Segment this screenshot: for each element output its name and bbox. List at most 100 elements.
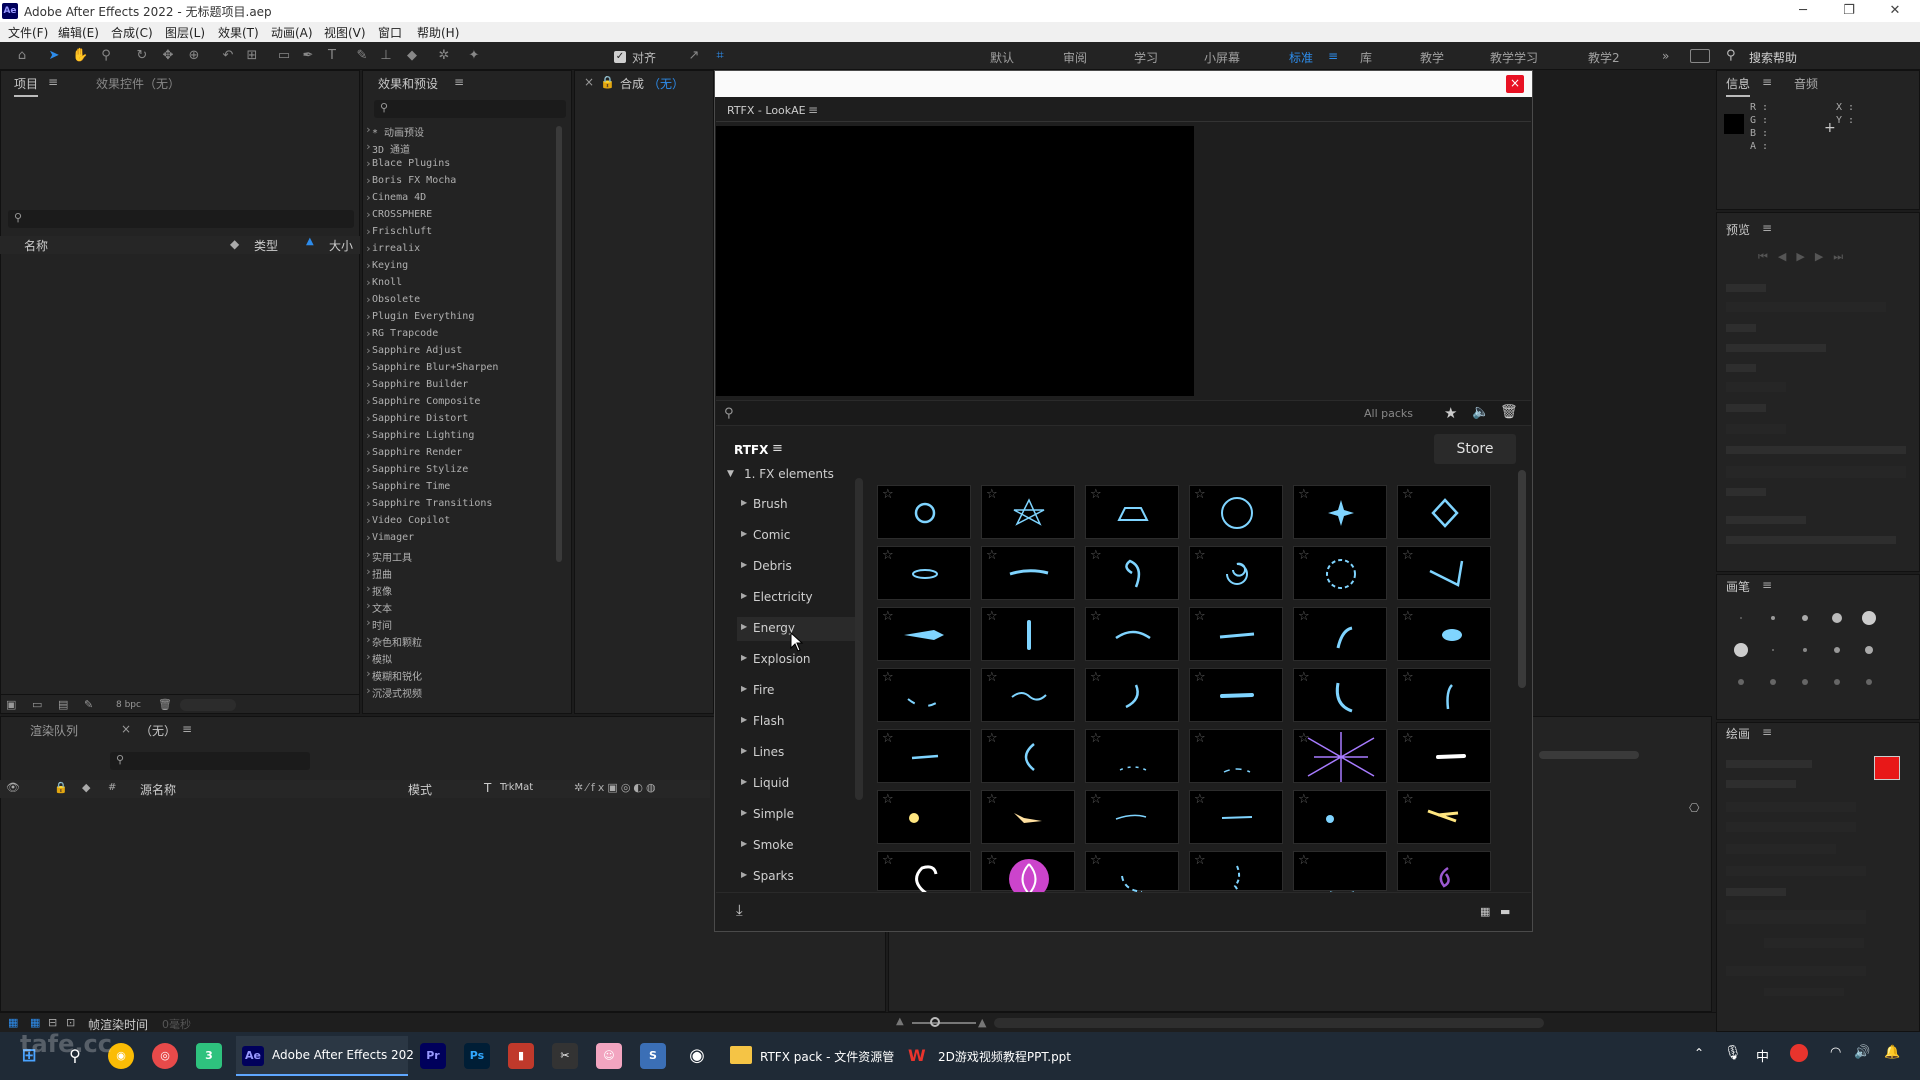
favorite-star-icon[interactable]: ☆	[1298, 670, 1310, 685]
fx-thumbnail[interactable]: ☆	[1293, 790, 1387, 844]
timeline-search-input[interactable]: ⚲	[110, 752, 310, 770]
dialog-tab-menu-icon[interactable]: ≡	[808, 103, 818, 117]
effects-category-item[interactable]: Vimager	[365, 531, 414, 544]
effects-scrollbar[interactable]	[556, 126, 562, 562]
favorite-star-icon[interactable]: ☆	[882, 609, 894, 624]
column-type[interactable]: 类型	[254, 237, 278, 254]
app-tray-icon[interactable]	[1790, 1044, 1808, 1062]
fx-thumbnail[interactable]: ☆	[1293, 546, 1387, 600]
column-t[interactable]: T	[484, 781, 491, 795]
fx-thumbnail[interactable]: ☆	[981, 485, 1075, 539]
fx-thumbnail[interactable]: ☆	[877, 790, 971, 844]
close-timeline-tab-icon[interactable]: ×	[121, 722, 131, 736]
zoom-slider-handle[interactable]	[930, 1017, 940, 1027]
fx-thumbnail[interactable]: ☆	[1397, 729, 1491, 783]
paint-menu-icon[interactable]: ≡	[1762, 725, 1772, 739]
fx-thumbnail[interactable]: ☆	[1189, 607, 1283, 661]
brushes-menu-icon[interactable]: ≡	[1762, 578, 1772, 592]
paint-foreground-color[interactable]	[1874, 756, 1900, 780]
favorite-star-icon[interactable]: ☆	[1402, 731, 1414, 746]
playback-controls[interactable]: ⏮◀▶▶⏭	[1758, 250, 1853, 264]
tab-timeline-comp[interactable]: （无）	[140, 722, 176, 739]
effects-category-item[interactable]: Video Copilot	[365, 514, 450, 527]
fx-thumbnail[interactable]: ☆	[1085, 546, 1179, 600]
category-root-fx-elements[interactable]: 1. FX elements	[744, 467, 834, 481]
selection-tool-icon[interactable]: ➤	[46, 48, 62, 64]
favorite-star-icon[interactable]: ☆	[1402, 853, 1414, 868]
align-checkbox[interactable]: ✓	[614, 51, 626, 63]
effects-category-item[interactable]: 实用工具	[365, 548, 412, 564]
effects-category-item[interactable]: Sapphire Render	[365, 446, 462, 459]
effects-category-item[interactable]: 3D 通道	[365, 140, 410, 156]
dialog-tab-title[interactable]: RTFX - LookAE	[727, 104, 806, 117]
category-debris[interactable]: Debris	[741, 559, 792, 573]
favorite-star-icon[interactable]: ☆	[1090, 670, 1102, 685]
more-workspaces-icon[interactable]: »	[1662, 49, 1669, 63]
trash-icon[interactable]: 🗑	[1500, 404, 1518, 420]
fx-thumbnail[interactable]: ☆	[1397, 607, 1491, 661]
favorite-star-icon[interactable]: ☆	[1298, 609, 1310, 624]
undo-icon[interactable]: ↶	[220, 48, 236, 64]
menu-help[interactable]: 帮助(H)	[417, 24, 459, 41]
project-search-input[interactable]: ⚲	[8, 210, 354, 228]
fx-thumbnail[interactable]: ☆	[1085, 668, 1179, 722]
work-area-bar[interactable]	[1539, 751, 1639, 759]
favorite-star-icon[interactable]: ☆	[1090, 853, 1102, 868]
favorite-star-icon[interactable]: ☆	[986, 670, 998, 685]
favorite-star-icon[interactable]: ☆	[1194, 792, 1206, 807]
maximize-icon[interactable]: ❐	[1826, 0, 1872, 22]
menu-composition[interactable]: 合成(C)	[111, 24, 153, 41]
close-window-icon[interactable]: ✕	[1872, 0, 1918, 22]
fx-thumbnail[interactable]: ☆	[1189, 546, 1283, 600]
favorite-star-icon[interactable]: ☆	[986, 548, 998, 563]
taskbar-after-effects[interactable]: Ae Adobe After Effects 202	[236, 1036, 414, 1076]
fx-thumbnail[interactable]: ☆	[1397, 668, 1491, 722]
zoom-tool-icon[interactable]: ⚲	[98, 48, 114, 64]
ime-indicator[interactable]: 中	[1756, 1046, 1769, 1065]
effects-category-item[interactable]: Blace Plugins	[365, 157, 450, 170]
favorite-star-icon[interactable]: ☆	[1090, 609, 1102, 624]
notification-icon[interactable]: 🔔	[1884, 1045, 1900, 1060]
effects-category-item[interactable]: Frischluft	[365, 225, 432, 238]
menu-file[interactable]: 文件(F)	[8, 24, 48, 41]
category-smoke[interactable]: Smoke	[741, 838, 793, 852]
capcut-icon[interactable]: ✂	[552, 1043, 578, 1069]
app-icon-red[interactable]: ◎	[152, 1043, 178, 1069]
category-flash[interactable]: Flash	[741, 714, 785, 728]
fx-thumbnail[interactable]: ☆	[1293, 729, 1387, 783]
effects-category-item[interactable]: 杂色和颗粒	[365, 633, 422, 649]
fx-thumbnail[interactable]: ☆	[1189, 485, 1283, 539]
favorite-star-icon[interactable]: ☆	[882, 731, 894, 746]
sound-icon[interactable]: 🔈	[1472, 404, 1489, 420]
favorite-star-icon[interactable]: ☆	[882, 853, 894, 868]
category-brush[interactable]: Brush	[741, 497, 788, 511]
fx-thumbnail[interactable]: ☆	[1085, 790, 1179, 844]
menu-window[interactable]: 窗口	[378, 24, 402, 41]
switches-icons[interactable]: ✲⁄fx▣◎◐◍	[574, 781, 659, 794]
favorites-star-icon[interactable]: ★	[1444, 404, 1457, 422]
new-folder-icon[interactable]: ▭	[32, 698, 42, 711]
fx-thumbnail[interactable]: ☆	[877, 668, 971, 722]
timeline-scrollbar[interactable]	[994, 1018, 1544, 1028]
volume-icon[interactable]: 🔊	[1854, 1045, 1870, 1060]
category-scrollbar[interactable]	[855, 478, 863, 800]
favorite-star-icon[interactable]: ☆	[1298, 731, 1310, 746]
fx-thumbnail[interactable]: ☆	[1189, 729, 1283, 783]
favorite-star-icon[interactable]: ☆	[1298, 548, 1310, 563]
render-time-icon[interactable]: ⊡	[66, 1016, 75, 1029]
category-sparks[interactable]: Sparks	[741, 869, 794, 883]
pan-behind-tool-icon[interactable]: ⊕	[186, 48, 202, 64]
favorite-star-icon[interactable]: ☆	[1194, 731, 1206, 746]
category-comic[interactable]: Comic	[741, 528, 790, 542]
category-energy[interactable]: Energy	[741, 621, 795, 635]
zoom-in-icon[interactable]: ▲	[978, 1016, 986, 1029]
app-icon-blue[interactable]: S	[640, 1043, 666, 1069]
favorite-star-icon[interactable]: ☆	[986, 487, 998, 502]
favorite-star-icon[interactable]: ☆	[1194, 670, 1206, 685]
fx-thumbnail[interactable]: ☆	[1189, 790, 1283, 844]
tab-info[interactable]: 信息	[1726, 75, 1751, 97]
pen-tool-icon[interactable]: ✒	[300, 48, 316, 64]
workspace-small-screen[interactable]: 小屏幕	[1204, 49, 1240, 66]
fx-thumbnail[interactable]: ☆	[981, 546, 1075, 600]
zoom-out-icon[interactable]: ▲	[896, 1016, 904, 1027]
